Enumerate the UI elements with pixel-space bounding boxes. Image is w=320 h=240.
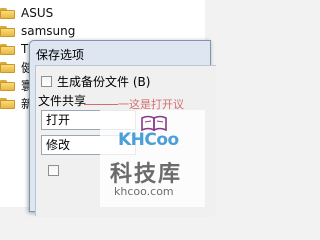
folder-icon [0,97,15,109]
backup-checkbox-label[interactable]: 生成备份文件 (B) [57,73,150,90]
watermark: KHCoo 科技库 khcoo.com [100,110,205,207]
watermark-brand: 科技库 [110,162,183,187]
backup-checkbox[interactable] [41,76,52,87]
folder-label: T [21,42,29,56]
folder-icon [0,7,15,19]
list-item[interactable]: samsung [0,22,75,40]
file-sharing-label: 文件共享 [38,94,87,108]
dialog-title: 保存选项 [36,48,85,62]
folder-icon [0,43,15,55]
folder-label: samsung [21,24,76,38]
annotation-line [84,104,118,105]
list-item[interactable]: T [0,40,28,58]
folder-label: ASUS [21,6,54,20]
watermark-url: khcoo.com [114,185,174,198]
folder-icon [0,25,15,37]
watermark-logo: KHCoo [118,130,179,150]
list-item[interactable]: ASUS [0,4,53,22]
folder-icon [0,79,15,91]
readonly-checkbox[interactable] [48,165,59,176]
folder-icon [0,61,15,73]
